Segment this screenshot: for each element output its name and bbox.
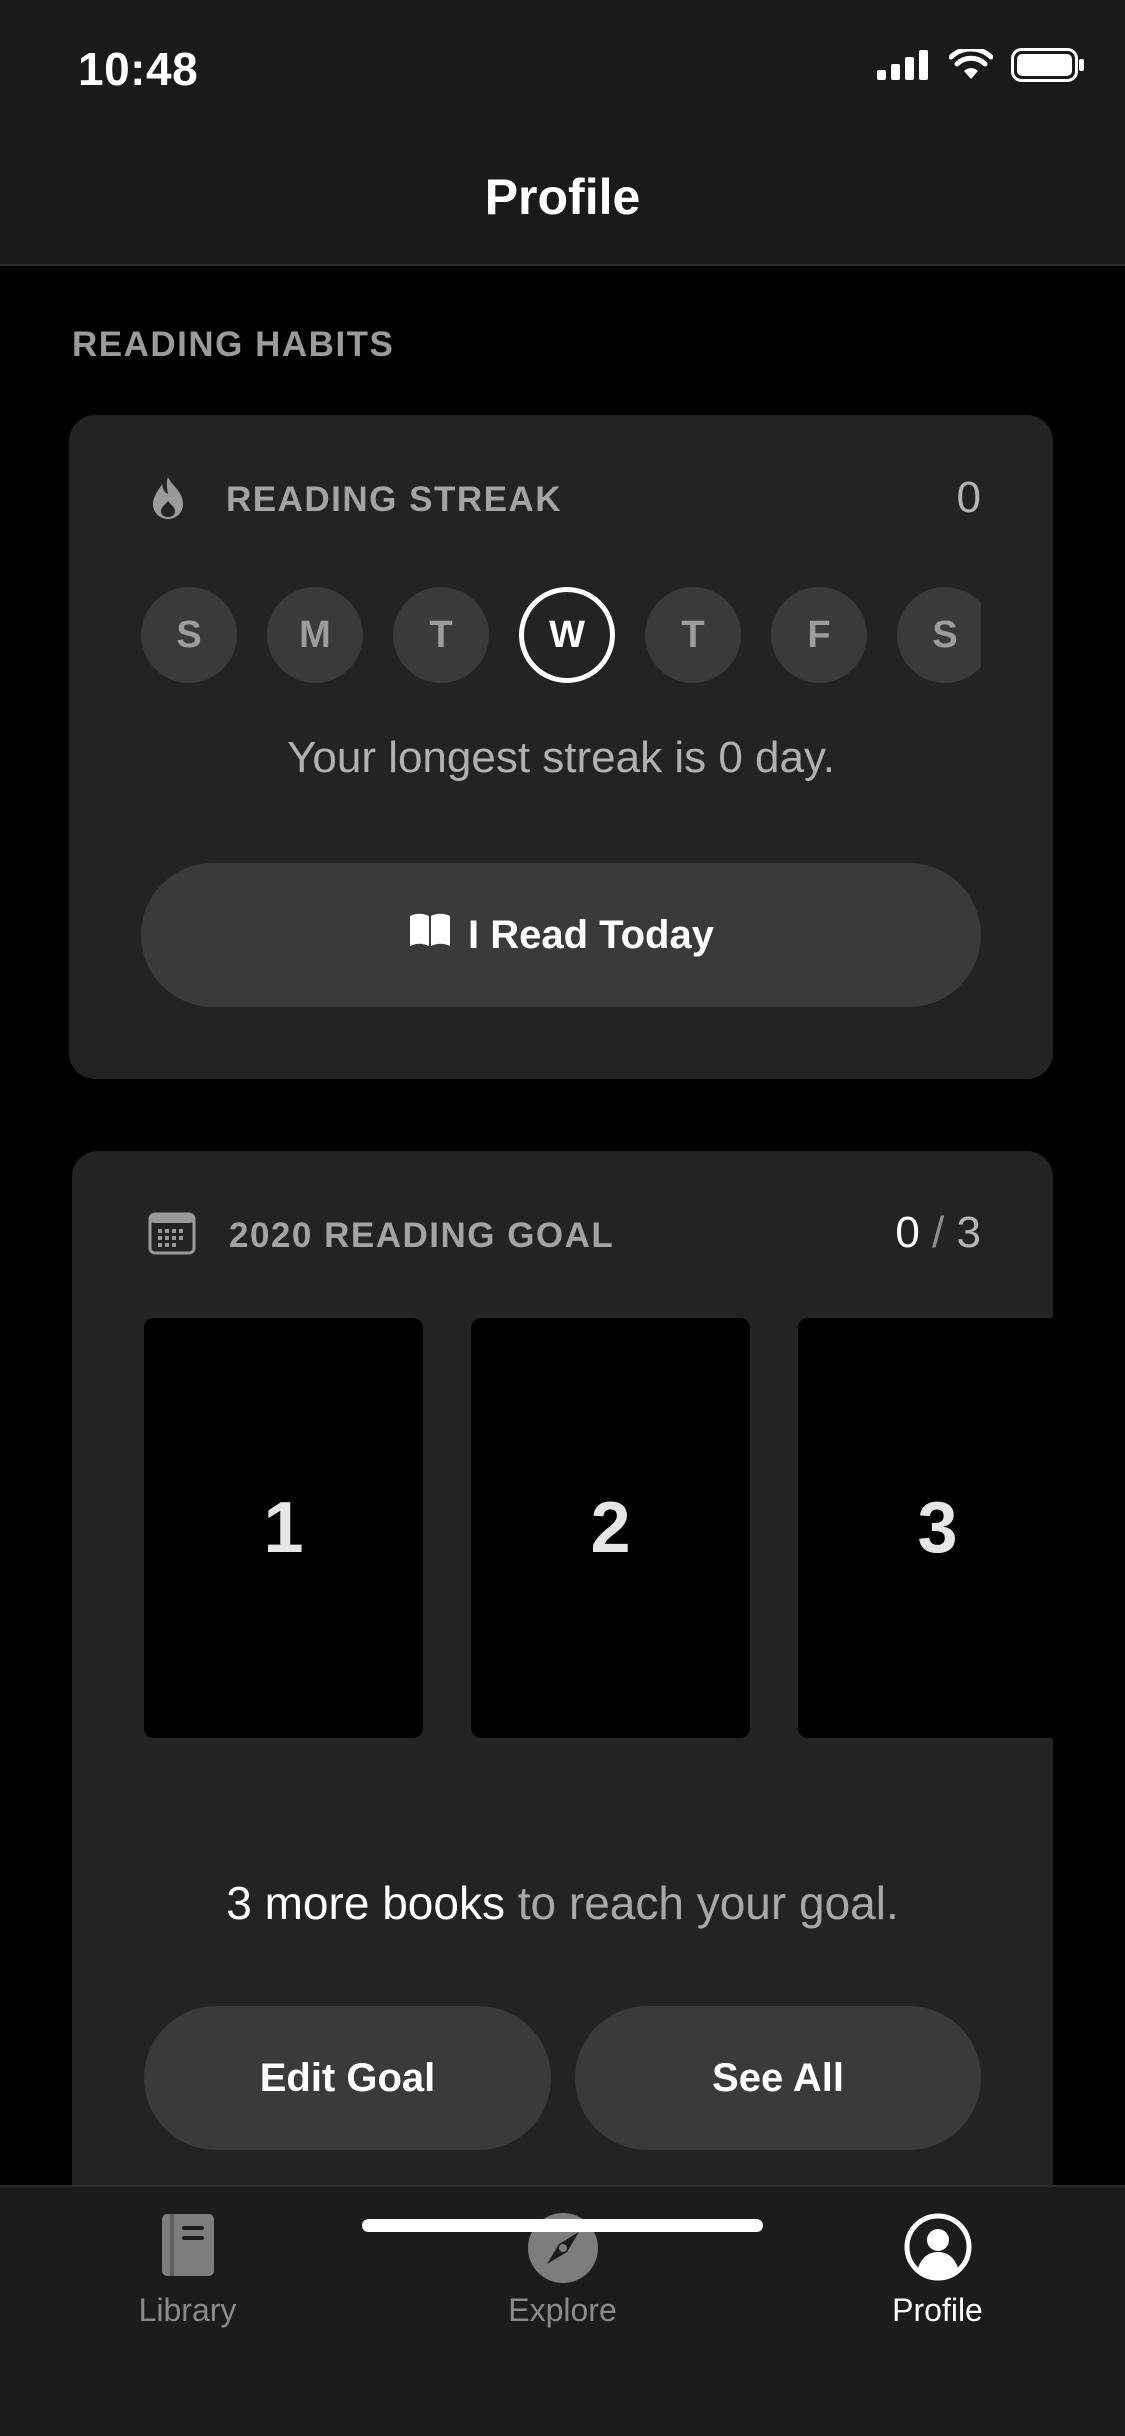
goal-progress-separator: / [919, 1208, 957, 1257]
tab-profile-label: Profile [892, 2292, 983, 2328]
day-sunday[interactable]: S [141, 587, 237, 683]
goal-progress-current: 0 [895, 1208, 920, 1257]
status-icons [877, 46, 1085, 87]
goal-remaining-text: 3 more books to reach your goal. [72, 1876, 1053, 1930]
edit-goal-button[interactable]: Edit Goal [144, 2006, 551, 2150]
i-read-today-label: I Read Today [468, 912, 714, 957]
goal-progress: 0 / 3 [895, 1208, 981, 1258]
status-bar: 10:48 [0, 0, 1125, 130]
goal-book-slot-1[interactable]: 1 [144, 1318, 423, 1738]
goal-remaining-highlight: 3 more books [226, 1877, 505, 1929]
goal-book-slot-3[interactable]: 3 [798, 1318, 1053, 1738]
goal-progress-total: 3 [956, 1208, 981, 1257]
tab-library-label: Library [138, 2292, 237, 2328]
battery-icon [1011, 48, 1085, 87]
reading-streak-label: READING STREAK [226, 480, 563, 519]
day-saturday[interactable]: S [897, 587, 981, 683]
tab-explore-label: Explore [508, 2292, 617, 2328]
tab-explore[interactable]: Explore [375, 2187, 750, 2387]
home-indicator[interactable] [362, 2219, 763, 2232]
weekday-row: S M T W T F S [141, 585, 981, 685]
status-time: 10:48 [78, 43, 199, 95]
i-read-today-button[interactable]: I Read Today [141, 863, 981, 1007]
day-monday[interactable]: M [267, 587, 363, 683]
tab-library[interactable]: Library [0, 2187, 375, 2387]
book-icon [0, 2212, 375, 2278]
goal-book-slot-2[interactable]: 2 [471, 1318, 750, 1738]
page-title: Profile [484, 169, 641, 225]
longest-streak-text: Your longest streak is 0 day. [287, 733, 835, 782]
day-thursday[interactable]: T [645, 587, 741, 683]
see-all-button[interactable]: See All [575, 2006, 981, 2150]
day-wednesday-today[interactable]: W [519, 587, 615, 683]
wifi-icon [948, 46, 994, 86]
day-tuesday[interactable]: T [393, 587, 489, 683]
user-circle-icon [750, 2212, 1125, 2282]
cellular-signal-icon [877, 50, 931, 85]
goal-remaining-rest: to reach your goal. [504, 1877, 899, 1929]
section-label-reading-habits: READING HABITS [72, 325, 395, 364]
tab-profile[interactable]: Profile [750, 2187, 1125, 2387]
open-book-icon [408, 912, 452, 958]
reading-streak-card: READING STREAK 0 S M T W T F S Your long… [69, 415, 1053, 1079]
calendar-icon [148, 1211, 196, 1255]
day-friday[interactable]: F [771, 587, 867, 683]
flame-icon [149, 475, 187, 521]
reading-goal-label: 2020 READING GOAL [229, 1216, 615, 1255]
nav-bar: Profile [0, 130, 1125, 266]
streak-count: 0 [956, 473, 981, 522]
